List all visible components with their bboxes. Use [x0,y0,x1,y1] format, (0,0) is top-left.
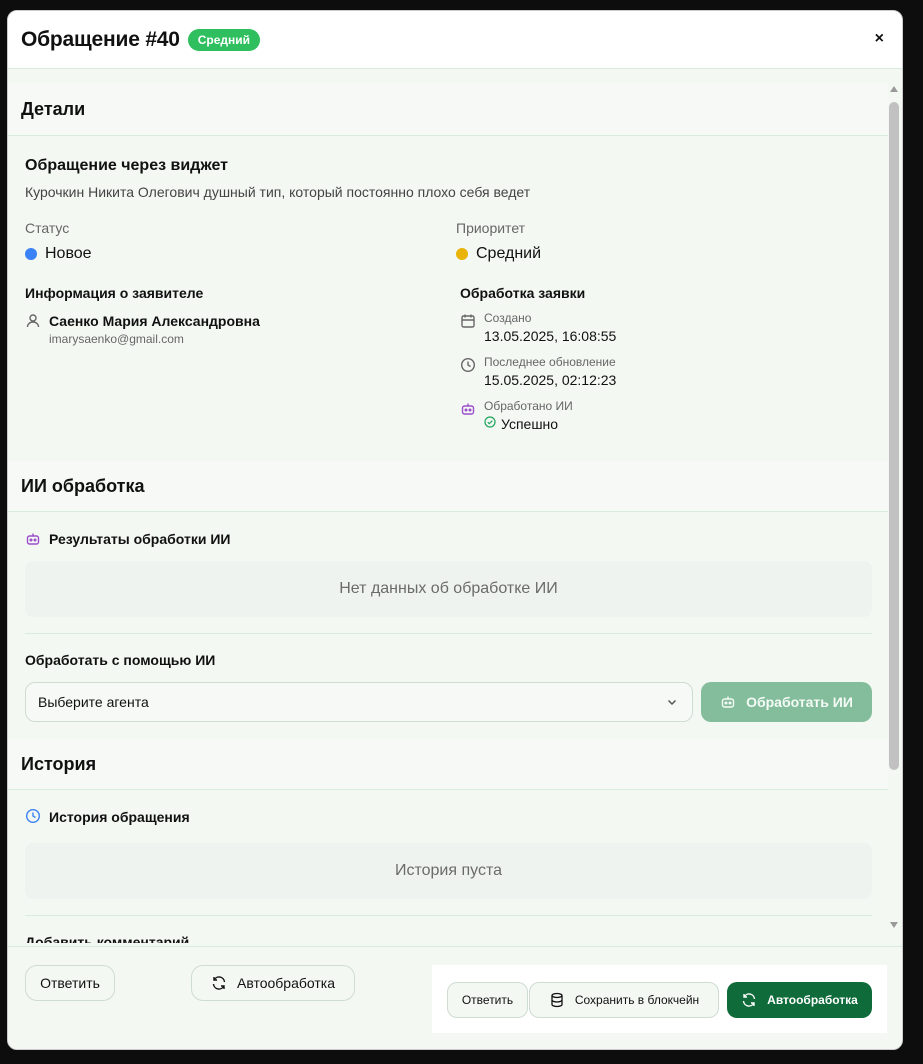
ai-results-empty: Нет данных об обработке ИИ [25,561,872,617]
status-text: Новое [45,245,92,262]
modal-title: Обращение #40 [21,27,180,51]
updated-value: 15.05.2025, 02:12:23 [484,372,617,388]
scroll-up-icon[interactable] [890,86,898,92]
process-ai-label: Обработать ИИ [746,694,853,710]
processing-title: Обработка заявки [460,285,586,301]
reply-button-secondary[interactable]: Ответить [447,982,528,1018]
ai-section-title: ИИ обработка [21,476,145,496]
ai-processed-value: Успешно [501,416,559,432]
status-label: Статус [25,220,70,236]
save-blockchain-label: Сохранить в блокчейн [574,993,700,1007]
scrollbar-thumb[interactable] [889,102,899,770]
status-value: Новое [25,245,92,263]
history-empty: История пуста [25,843,872,899]
applicant-name: Саенко Мария Александровна [49,313,260,329]
clock-icon [25,808,41,824]
updated-label: Последнее обновление [484,355,616,369]
history-header-bg [8,739,888,789]
check-circle-icon [484,416,496,428]
auto-process-primary-button[interactable]: Автообработка [727,982,872,1018]
scrollbar[interactable] [889,86,899,928]
divider [8,789,888,790]
ticket-description: Курочкин Никита Олегович душный тип, кот… [25,184,531,200]
auto-process-button[interactable]: Автообработка [191,965,355,1001]
modal-footer: Ответить Автообработка Ответить Сохранит… [8,946,902,1049]
user-icon [25,313,41,329]
bot-icon [25,531,41,547]
details-header-bg [8,83,888,135]
refresh-icon [211,975,227,991]
background-page [0,1048,923,1064]
auto-process-label: Автообработка [236,975,335,991]
history-section-title: История [21,754,97,774]
agent-select-value: Выберите агента [38,694,149,710]
modal-scroll-area[interactable]: Детали Обращение через виджет Курочкин Н… [8,83,888,943]
save-blockchain-button[interactable]: Сохранить в блокчейн [529,982,719,1018]
auto-process-primary-label: Автообработка [767,993,858,1007]
priority-badge: Средний [187,28,261,51]
bot-icon [720,694,736,710]
history-empty-text: История пуста [394,862,503,879]
calendar-icon [460,313,476,329]
details-section-title: Детали [21,99,86,119]
footer-actions: Ответить Сохранить в блокчейн Автообрабо… [432,965,887,1033]
divider [25,915,872,916]
ticket-modal: Обращение #40 Средний × Детали Обращение… [7,10,903,1050]
modal-header: Обращение #40 Средний × [8,11,902,69]
scroll-down-icon[interactable] [890,922,898,928]
ticket-subject: Обращение через виджет [25,157,228,174]
divider [8,135,888,136]
reply-button[interactable]: Ответить [25,965,115,1001]
ai-no-data-text: Нет данных об обработке ИИ [339,580,558,597]
bot-icon [460,401,476,417]
created-value: 13.05.2025, 16:08:55 [484,328,617,344]
priority-value: Средний [456,245,541,263]
reply-label: Ответить [40,975,100,991]
reply-label: Ответить [461,993,514,1007]
applicant-title: Информация о заявителе [25,285,204,301]
add-comment-title: Добавить комментарий [25,934,190,943]
agent-select[interactable]: Выберите агента [25,682,693,722]
refresh-icon [741,992,757,1008]
ai-process-title: Обработать с помощью ИИ [25,652,216,668]
ai-results-title: Результаты обработки ИИ [49,531,231,547]
divider [8,511,888,512]
history-title: История обращения [49,809,190,825]
created-label: Создано [484,311,532,325]
ai-processed-label: Обработано ИИ [484,399,573,413]
database-icon [549,992,565,1008]
close-button[interactable]: × [875,31,884,47]
chevron-down-icon [666,696,678,708]
status-dot [25,247,37,260]
applicant-email: imarysaenko@gmail.com [49,332,184,346]
priority-text: Средний [476,245,542,262]
priority-label: Приоритет [456,220,526,236]
clock-icon [460,357,476,373]
priority-dot [456,247,468,260]
process-ai-button[interactable]: Обработать ИИ [701,682,872,722]
divider [25,633,872,634]
